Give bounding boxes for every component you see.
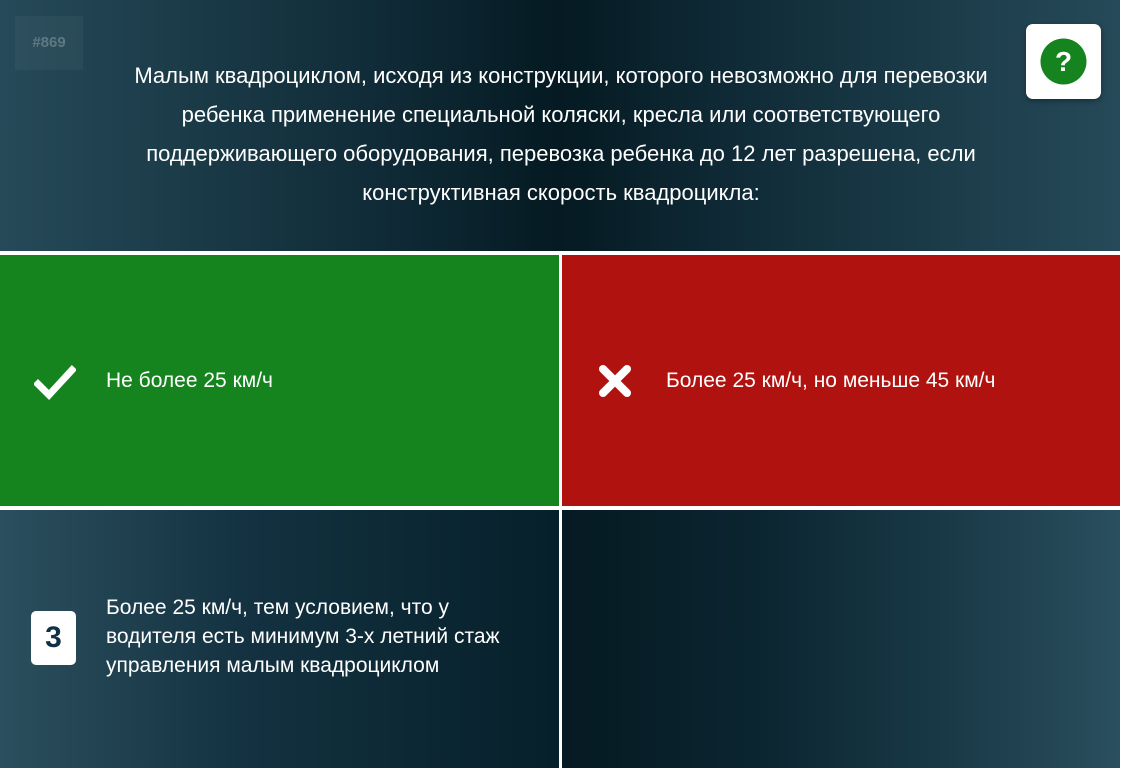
answer-option-3[interactable]: 3 Более 25 км/ч, тем условием, что у вод… [0,510,559,768]
question-circle-icon: ? [1040,38,1087,85]
cross-icon [599,365,631,397]
answer-option-4 [562,510,1120,768]
answer-text: Более 25 км/ч, тем условием, что у водит… [106,596,500,677]
answer-number-badge: 3 [31,611,76,665]
help-button[interactable]: ? [1026,24,1101,99]
help-button-label: ? [1055,46,1072,77]
checkmark-icon [34,365,76,401]
question-panel: #869 Малым квадроциклом, исходя из конст… [0,0,1120,251]
quiz-page: #869 Малым квадроциклом, исходя из конст… [0,0,1122,768]
answer-text: Не более 25 км/ч [106,369,273,392]
question-text: Малым квадроциклом, исходя из конструкци… [134,63,988,205]
answer-option-2[interactable]: Более 25 км/ч, но меньше 45 км/ч [562,255,1120,506]
answer-text: Более 25 км/ч, но меньше 45 км/ч [666,369,996,392]
answer-option-1[interactable]: Не более 25 км/ч [0,255,559,506]
